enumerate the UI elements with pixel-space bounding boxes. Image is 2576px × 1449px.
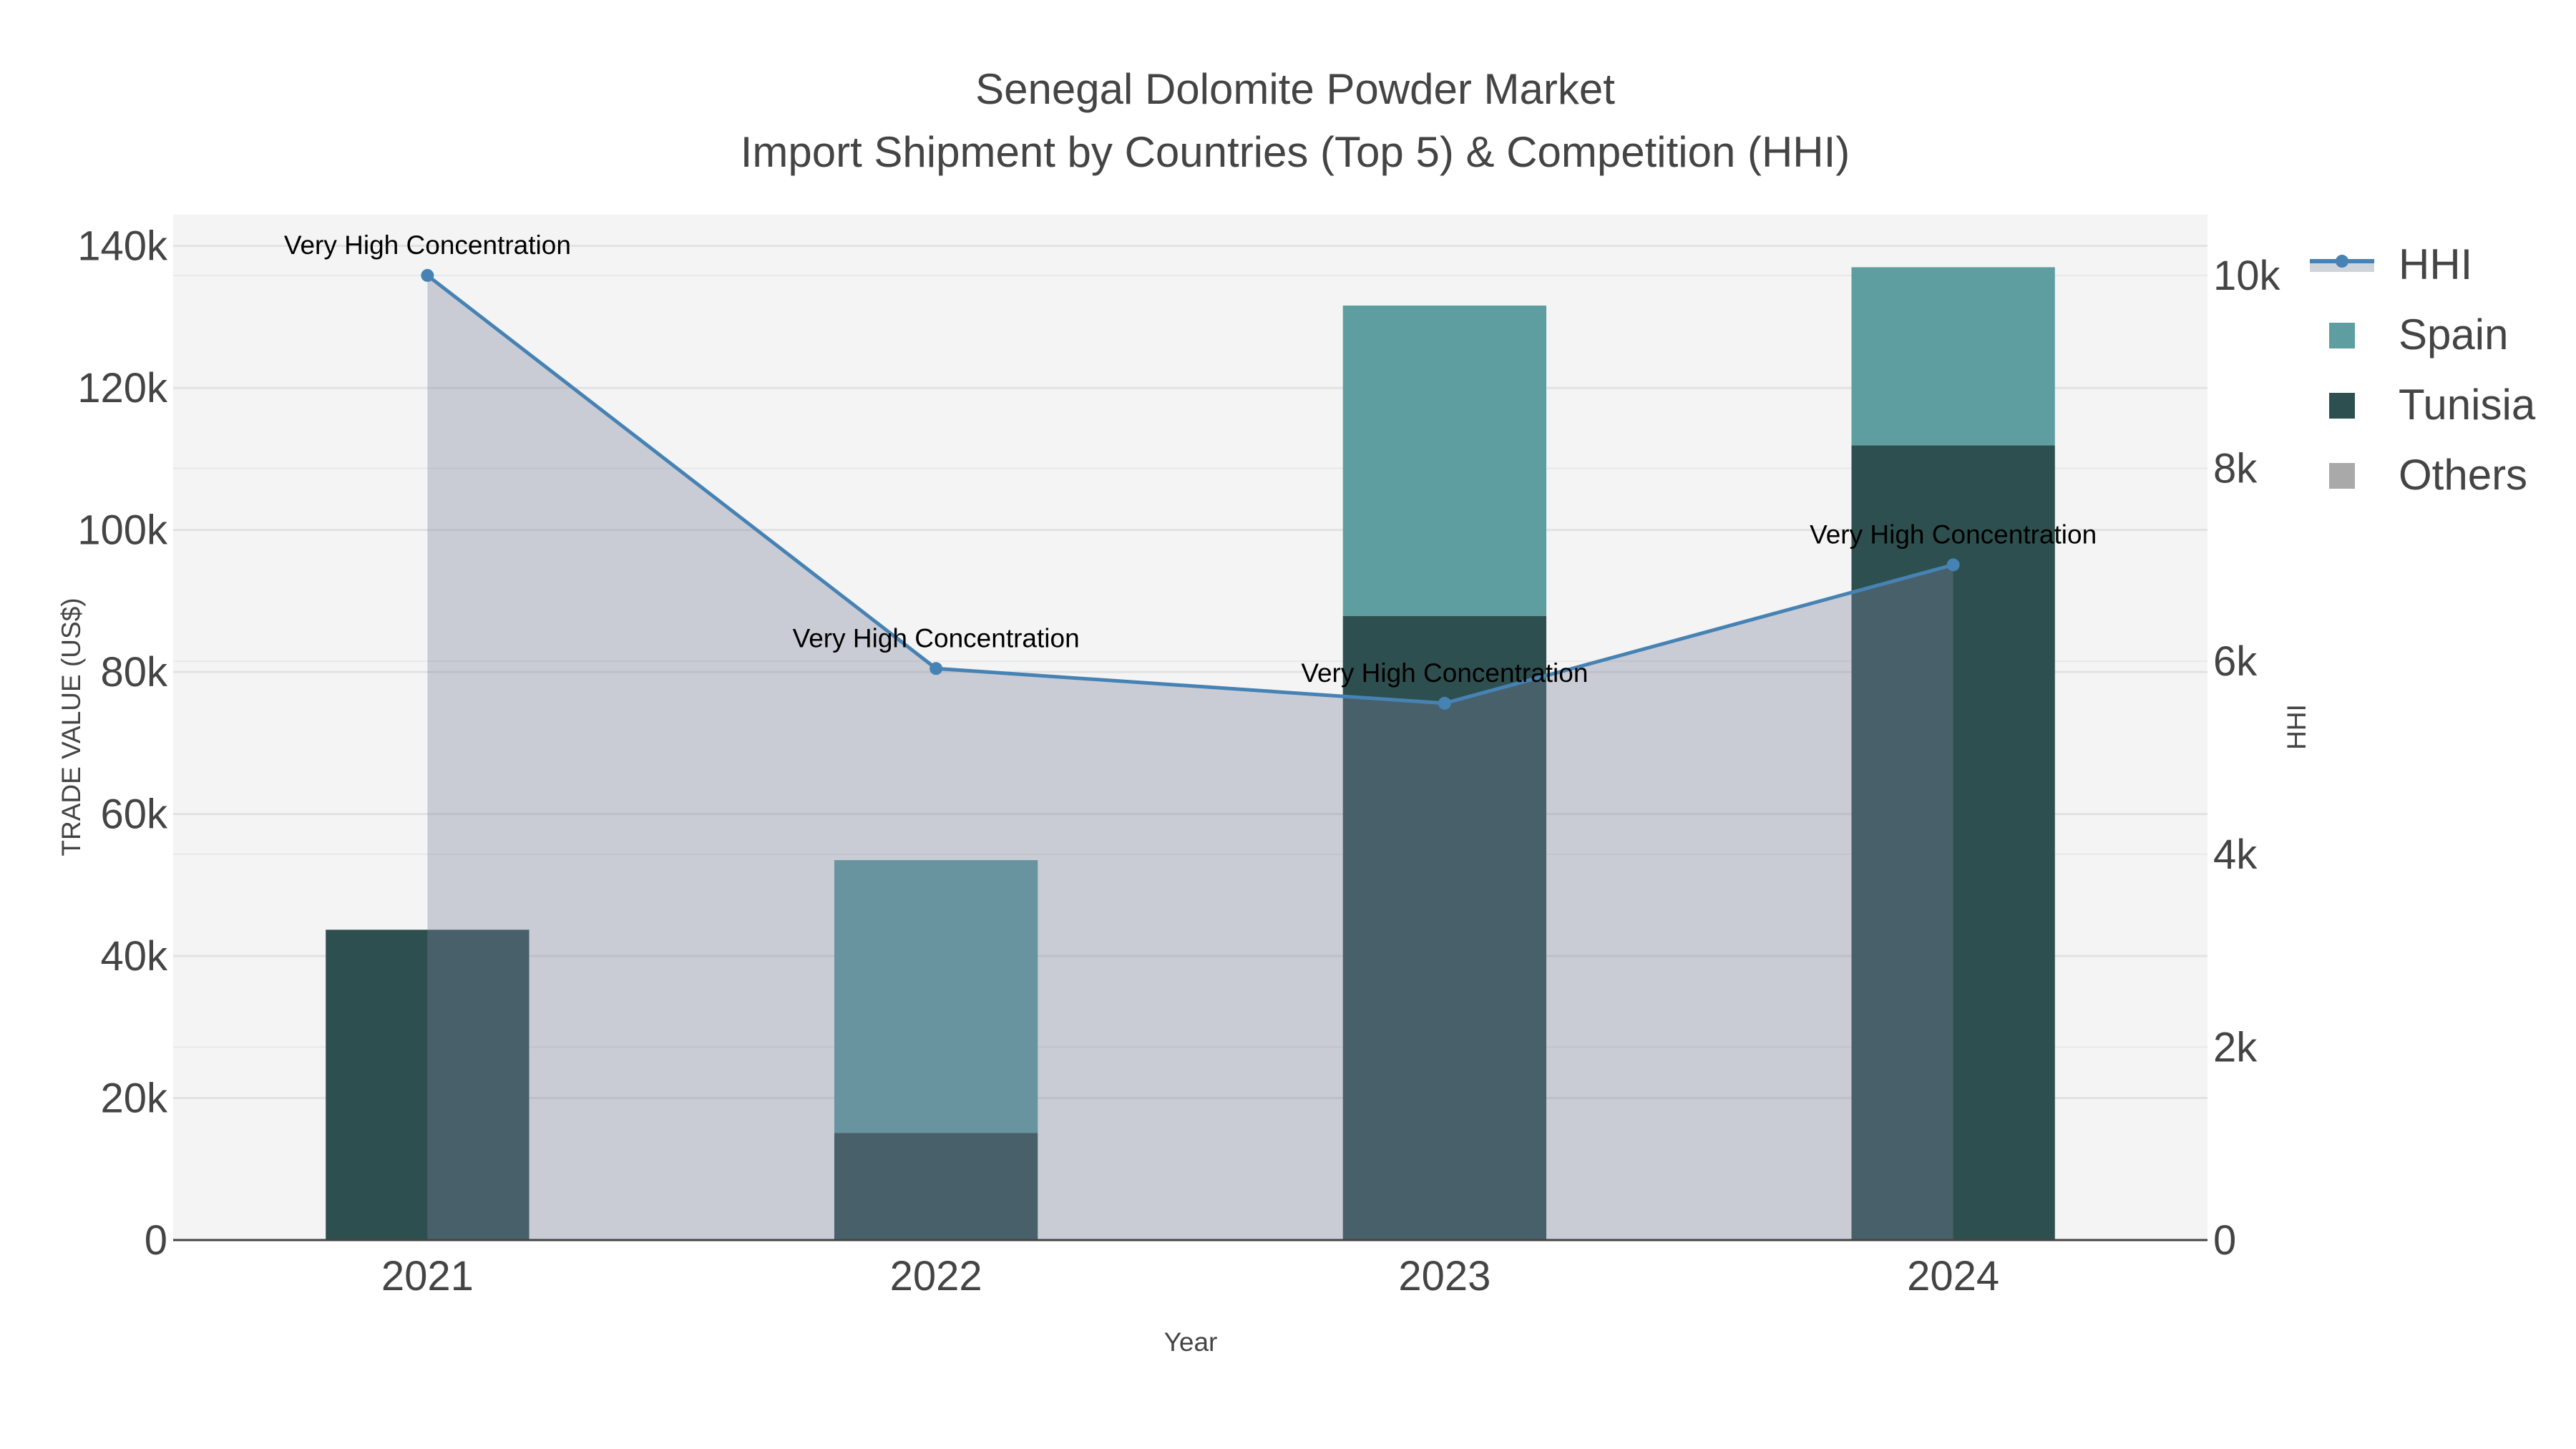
x-tick-label: 2024 xyxy=(1907,1253,1999,1299)
y2-tick-label: 10k xyxy=(2213,253,2281,299)
legend-label: Spain xyxy=(2399,311,2508,358)
y2-axis-title: HHI xyxy=(2282,704,2311,750)
legend-label: Others xyxy=(2399,451,2527,499)
hhi-point xyxy=(930,662,943,675)
y-tick-label: 140k xyxy=(77,223,168,270)
legend-label: Tunisia xyxy=(2399,381,2536,429)
chart-title: Senegal Dolomite Powder Market xyxy=(975,65,1615,113)
y2-tick-label: 8k xyxy=(2213,446,2258,492)
y-axis-title: TRADE VALUE (US$) xyxy=(57,597,86,856)
bar-spain-2024 xyxy=(1851,267,2055,446)
y2-tick-label: 2k xyxy=(2213,1024,2258,1070)
x-tick-label: 2021 xyxy=(381,1253,474,1299)
legend-item-hhi[interactable]: HHI xyxy=(2310,240,2472,288)
hhi-annotation: Very High Concentration xyxy=(1810,519,2097,549)
chart-subtitle: Import Shipment by Countries (Top 5) & C… xyxy=(741,128,1850,176)
y2-tick-label: 6k xyxy=(2213,638,2258,685)
y-tick-label: 60k xyxy=(100,791,168,838)
hhi-annotation: Very High Concentration xyxy=(1301,658,1588,688)
y-tick-label: 20k xyxy=(100,1075,168,1122)
legend-label: HHI xyxy=(2399,240,2472,288)
y2-tick-label: 0 xyxy=(2213,1217,2236,1264)
others-legend-swatch-icon xyxy=(2329,463,2355,489)
hhi-annotation: Very High Concentration xyxy=(793,623,1080,653)
hhi-point xyxy=(1946,558,1960,572)
y-tick-label: 40k xyxy=(100,933,168,980)
legend-item-others[interactable]: Others xyxy=(2329,451,2527,499)
legend-item-tunisia[interactable]: Tunisia xyxy=(2329,381,2536,429)
bar-spain-2023 xyxy=(1342,306,1547,616)
x-tick-label: 2023 xyxy=(1398,1253,1491,1299)
hhi-annotation: Very High Concentration xyxy=(284,230,571,260)
y2-tick-label: 4k xyxy=(2213,831,2258,878)
hhi-point xyxy=(421,268,434,282)
legend-item-spain[interactable]: Spain xyxy=(2329,311,2508,358)
chart: Senegal Dolomite Powder Market Import Sh… xyxy=(57,65,2536,1357)
x-tick-label: 2022 xyxy=(890,1253,982,1299)
spain-legend-swatch-icon xyxy=(2329,323,2355,348)
y-tick-label: 80k xyxy=(100,649,168,696)
y-tick-label: 100k xyxy=(77,507,168,554)
y-tick-label: 120k xyxy=(77,365,168,411)
y-tick-label: 0 xyxy=(145,1217,167,1264)
tunisia-legend-swatch-icon xyxy=(2329,393,2355,419)
hhi-legend-marker-icon xyxy=(2336,255,2348,268)
x-axis-title: Year xyxy=(1164,1327,1218,1357)
hhi-point xyxy=(1438,696,1451,710)
